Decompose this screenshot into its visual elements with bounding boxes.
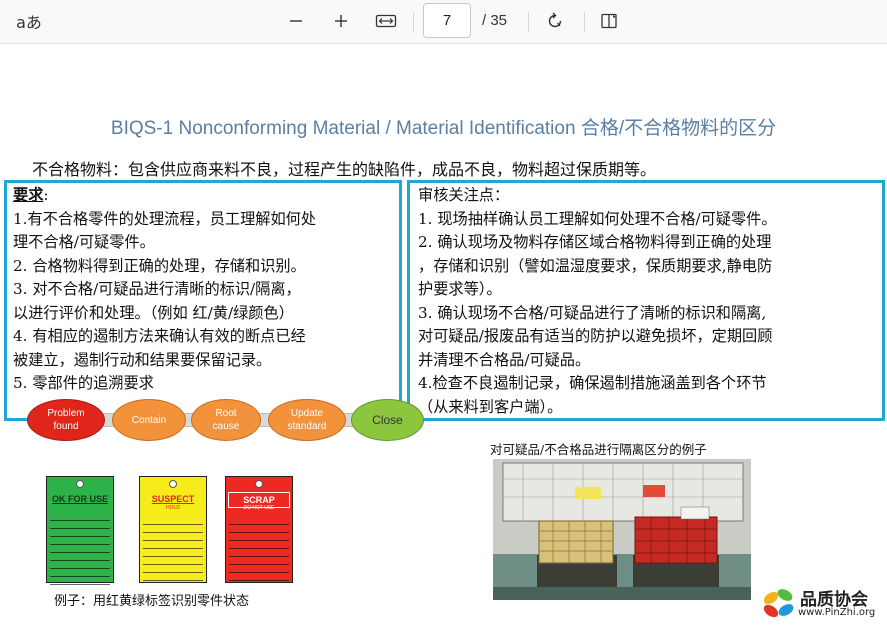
toolbar-separator bbox=[528, 12, 529, 32]
minus-icon bbox=[290, 20, 302, 22]
audit-line: 1. 现场抽样确认员工理解如何处理不合格/可疑零件。 bbox=[418, 209, 777, 228]
read-aloud-icon: aあ bbox=[16, 13, 42, 32]
requirements-heading: 要求: bbox=[13, 184, 395, 208]
audit-heading: 审核关注点： bbox=[418, 186, 510, 204]
requirements-heading-colon: : bbox=[43, 186, 49, 204]
audit-list: 1. 现场抽样确认员工理解如何处理不合格/可疑零件。 2. 确认现场及物料存储区域… bbox=[418, 208, 878, 420]
pdf-toolbar: aあ 7 / 35 bbox=[0, 0, 887, 44]
tag-subtitle: HOLD bbox=[166, 505, 180, 511]
problem-solving-flow: Problem found Contain Root cause Update … bbox=[26, 396, 426, 446]
requirement-line: 被建立，遏制行动和结果要保留记录。 bbox=[13, 350, 272, 369]
rotate-icon bbox=[548, 12, 562, 28]
requirements-list: 1.有不合格零件的处理流程，员工理解如何处 理不合格/可疑零件。 2. 合格物料得到… bbox=[13, 208, 395, 396]
pdf-page: BIQS-1 Nonconforming Material / Material… bbox=[0, 45, 887, 626]
tag-title: SUSPECT bbox=[142, 492, 204, 506]
tag-form-lines bbox=[229, 517, 289, 581]
requirements-heading-text: 要求 bbox=[13, 186, 44, 204]
tag-hole bbox=[255, 480, 263, 488]
toolbar-separator bbox=[584, 12, 585, 32]
tag-subtitle: DO NOT USE bbox=[243, 505, 275, 511]
flow-step-contain: Contain bbox=[112, 399, 186, 441]
flow-step-close: Close bbox=[351, 399, 424, 441]
page-view-icon bbox=[601, 13, 617, 29]
audit-line: 2. 确认现场及物料存储区域合格物料得到正确的处理 bbox=[418, 233, 772, 251]
photo-caption: 对可疑品/不合格品进行隔离区分的例子 bbox=[490, 442, 707, 457]
requirement-line: 理不合格/可疑零件。 bbox=[13, 233, 155, 251]
audit-line: ，存储和识别（譬如温湿度要求，保质期要求,静电防 bbox=[418, 256, 773, 275]
requirements-box: 要求: 1.有不合格零件的处理流程，员工理解如何处 理不合格/可疑零件。 2. 合格… bbox=[4, 180, 402, 421]
fit-width-button[interactable] bbox=[372, 0, 400, 42]
quarantine-area-photo bbox=[493, 459, 751, 600]
flow-step-problem-found: Problem found bbox=[27, 399, 105, 441]
intro-text: 不合格物料：包含供应商来料不良，过程产生的缺陷件，成品不良，物料超过保质期等。 bbox=[32, 160, 657, 179]
page-count: / 35 bbox=[482, 12, 508, 29]
fit-width-icon bbox=[375, 14, 397, 28]
tag-form-lines bbox=[50, 513, 110, 585]
tag-form-lines bbox=[143, 517, 203, 581]
pinzhi-logo-icon bbox=[759, 585, 799, 621]
flow-step-update-standard: Update standard bbox=[268, 399, 346, 441]
toolbar-separator bbox=[413, 12, 414, 32]
zoom-in-button[interactable] bbox=[328, 0, 354, 42]
tag-suspect: SUSPECT HOLD bbox=[139, 476, 207, 583]
audit-line: 3. 确认现场不合格/可疑品进行了清晰的标识和隔离, bbox=[418, 303, 767, 322]
tag-hole bbox=[169, 480, 177, 488]
tag-hole bbox=[76, 480, 84, 488]
tag-ok-for-use: OK FOR USE bbox=[46, 476, 114, 585]
page-number-input[interactable]: 7 bbox=[423, 3, 471, 38]
tag-title: OK FOR USE bbox=[49, 492, 111, 506]
zoom-out-button[interactable] bbox=[283, 0, 309, 42]
requirement-line: 3. 对不合格/可疑品进行清晰的标识/隔离， bbox=[13, 280, 301, 298]
logo-url: www.PinZhi.org bbox=[798, 607, 876, 618]
audit-line: （从来料到客户端）。 bbox=[418, 397, 563, 416]
tag-scrap: SCRAP DO NOT USE bbox=[225, 476, 293, 583]
audit-line: 并清理不合格品/可疑品。 bbox=[418, 350, 591, 369]
rotate-button[interactable] bbox=[541, 0, 569, 42]
requirement-line: 4. 有相应的遏制方法来确认有效的断点已经 bbox=[13, 327, 306, 345]
plus-icon bbox=[335, 15, 347, 27]
page-view-button[interactable] bbox=[597, 0, 623, 42]
requirement-line: 以进行评价和处理。（例如 红/黄/绿颜色） bbox=[13, 303, 294, 322]
tags-caption: 例子：用红黄绿标签识别零件状态 bbox=[54, 594, 250, 609]
audit-line: 4.检查不良遏制记录，确保遏制措施涵盖到各个环节 bbox=[418, 374, 767, 392]
requirement-line: 2. 合格物料得到正确的处理，存储和识别。 bbox=[13, 256, 306, 275]
flow-step-root-cause: Root cause bbox=[191, 399, 261, 441]
read-aloud-button[interactable]: aあ bbox=[14, 0, 44, 42]
requirement-line: 5. 零部件的追溯要求 bbox=[13, 374, 154, 392]
audit-line: 对可疑品/报废品有适当的防护以避免损坏，定期回顾 bbox=[418, 327, 773, 345]
quarantine-photo-illustration bbox=[493, 459, 751, 600]
audit-line: 护要求等）。 bbox=[418, 280, 502, 298]
slide-title: BIQS-1 Nonconforming Material / Material… bbox=[110, 118, 777, 139]
requirement-line: 1.有不合格零件的处理流程，员工理解如何处 bbox=[13, 209, 317, 228]
audit-focus-box: 审核关注点： 1. 现场抽样确认员工理解如何处理不合格/可疑零件。 2. 确认现场… bbox=[407, 180, 885, 421]
